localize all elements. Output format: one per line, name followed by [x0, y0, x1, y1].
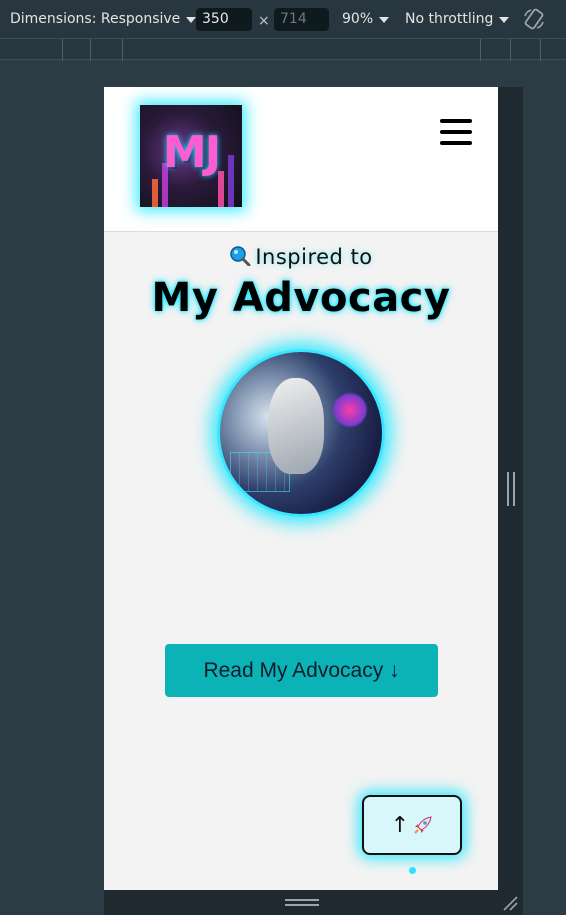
- ruler-tick: [480, 39, 481, 61]
- ruler-tick: [540, 39, 541, 61]
- ruler-tick: [62, 39, 63, 61]
- site-logo[interactable]: MJ: [140, 105, 242, 207]
- throttling-label: No throttling: [405, 11, 494, 27]
- media-query-ruler[interactable]: [0, 38, 566, 61]
- width-input[interactable]: 350: [196, 8, 252, 31]
- read-advocacy-button[interactable]: Read My Advocacy ↓: [165, 644, 438, 697]
- horizontal-resize-handle[interactable]: [285, 899, 319, 906]
- zoom-dropdown[interactable]: 90%: [342, 11, 390, 27]
- hamburger-icon-line: [440, 130, 472, 134]
- zoom-label: 90%: [342, 11, 374, 27]
- site-header: MJ: [104, 87, 498, 232]
- device-viewport: MJ Inspired to My Advocacy Read My Advoc…: [104, 87, 498, 890]
- ruler-tick: [90, 39, 91, 61]
- height-input[interactable]: 714: [274, 8, 329, 31]
- times-sign: ×: [258, 13, 270, 29]
- scroll-to-top-button[interactable]: ↑: [362, 795, 462, 855]
- hamburger-icon-line: [440, 141, 472, 145]
- ruler-tick: [510, 39, 511, 61]
- avatar-decoration: [332, 392, 368, 428]
- caret-down-icon: [379, 17, 390, 23]
- ruler-tick: [122, 39, 123, 61]
- avatar-decoration: [268, 378, 324, 474]
- vertical-resize-handle[interactable]: [507, 472, 515, 506]
- caret-down-icon: [499, 17, 510, 23]
- hero-avatar-image: [217, 349, 385, 517]
- logo-text: MJ: [162, 127, 221, 178]
- dimensions-label: Dimensions: Responsive: [10, 11, 181, 27]
- hamburger-menu-button[interactable]: [440, 119, 472, 145]
- throttling-dropdown[interactable]: No throttling: [405, 11, 510, 27]
- rocket-icon: [414, 816, 432, 834]
- caret-down-icon: [186, 17, 197, 23]
- magnifier-icon: [230, 246, 251, 266]
- indicator-dot: [409, 867, 416, 874]
- corner-resize-grip-icon[interactable]: [502, 895, 518, 911]
- devtools-toolbar: Dimensions: Responsive 350 × 714 90% No …: [0, 0, 566, 38]
- rotate-icon[interactable]: [522, 7, 546, 31]
- logo-decoration: [152, 179, 158, 207]
- hero-title: My Advocacy: [151, 275, 451, 321]
- hero-kicker-text: Inspired to: [255, 245, 373, 269]
- scroll-top-arrow: ↑: [390, 812, 410, 838]
- hero-kicker: Inspired to: [104, 245, 498, 269]
- dimensions-dropdown[interactable]: Dimensions: Responsive: [10, 11, 197, 27]
- hamburger-icon-line: [440, 119, 472, 123]
